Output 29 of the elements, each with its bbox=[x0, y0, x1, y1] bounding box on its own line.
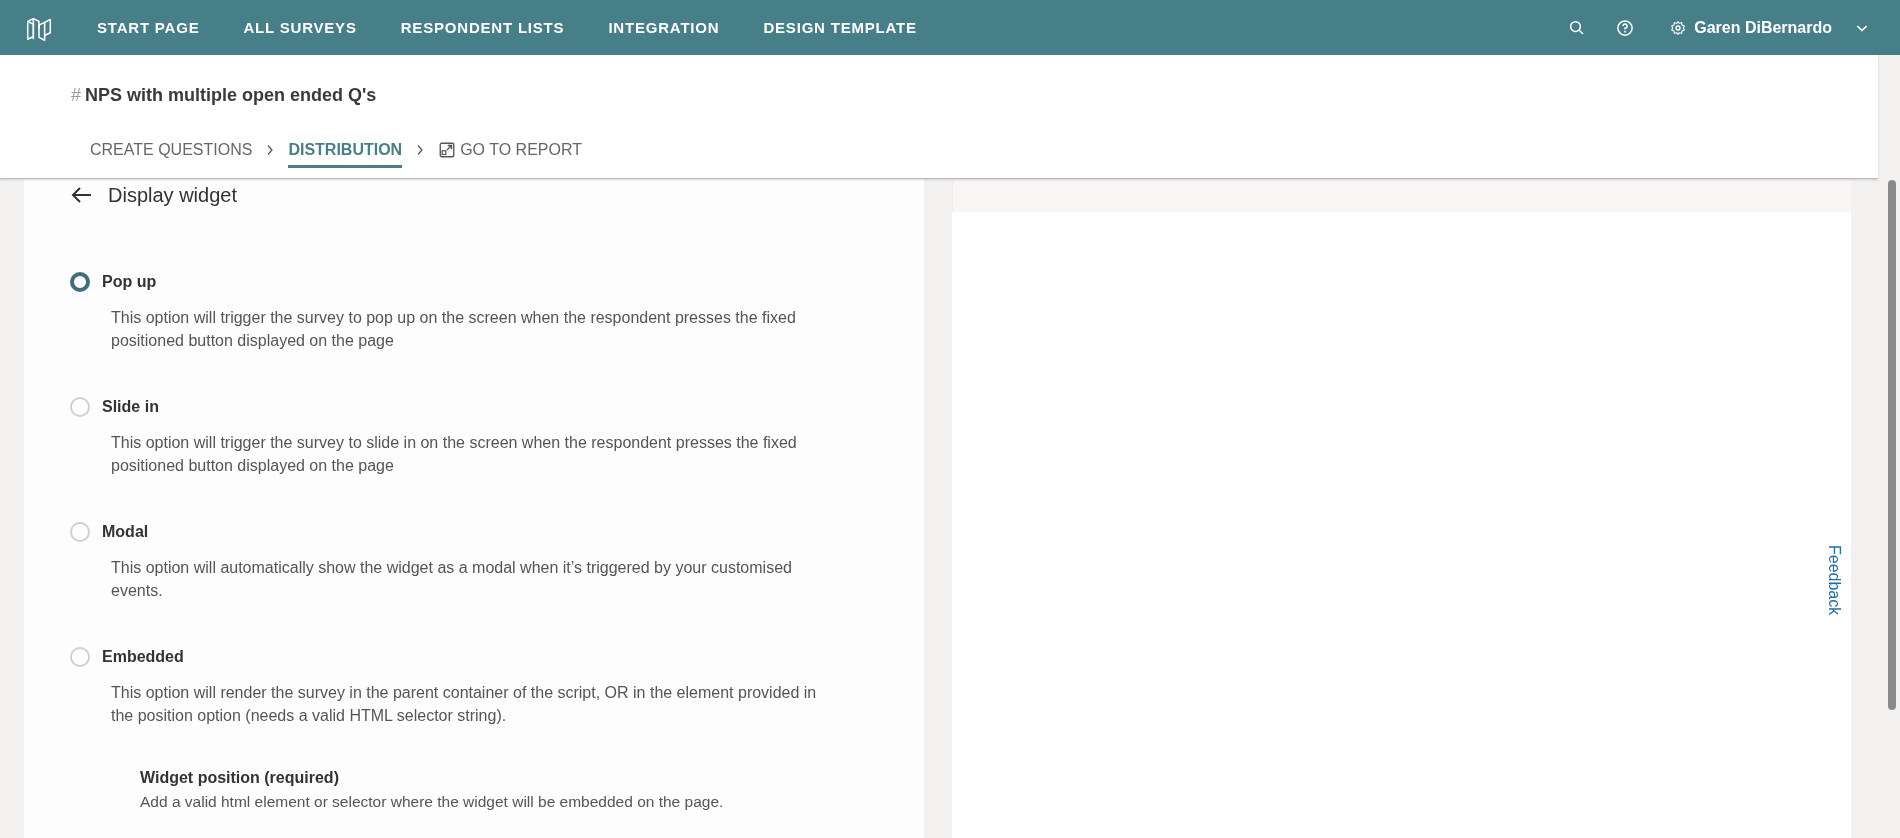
field-label: Widget position (required) bbox=[140, 769, 340, 787]
back-arrow-icon[interactable] bbox=[70, 186, 92, 204]
external-link-icon bbox=[438, 140, 457, 159]
option-label[interactable]: Modal bbox=[102, 523, 149, 541]
option-description: This option will trigger the survey to pop up on the screen when the respondent presses the fixed positioned button displayed on the page bbox=[111, 308, 797, 351]
field-help-text: Add a valid html element or selector where the widget will be embedded on the page. bbox=[140, 793, 725, 811]
option-description: This option will render the survey in the parent container of the script, OR in the element provided in the position option (needs a valid HTML selector string). bbox=[111, 683, 818, 726]
nav-link[interactable]: INTEGRATION bbox=[608, 19, 720, 36]
scrollbar-thumb[interactable] bbox=[1888, 180, 1896, 710]
survey-title: NPS with multiple open ended Q's bbox=[85, 85, 377, 106]
settings-icon[interactable] bbox=[1670, 19, 1687, 36]
option-label[interactable]: Slide in bbox=[102, 398, 159, 416]
panel-title: Display widget bbox=[108, 183, 237, 207]
option-label[interactable]: Pop up bbox=[102, 273, 157, 291]
nav-link[interactable]: DESIGN TEMPLATE bbox=[763, 19, 917, 36]
nav-link[interactable]: ALL SURVEYS bbox=[243, 19, 357, 36]
option-label[interactable]: Embedded bbox=[102, 648, 184, 666]
help-icon[interactable] bbox=[1616, 18, 1635, 37]
step-tab[interactable]: CREATE QUESTIONS bbox=[90, 132, 253, 168]
report-link[interactable]: GO TO REPORT bbox=[438, 132, 582, 168]
option-description: This option will trigger the survey to slide in on the screen when the respondent presses the fixed positioned button displayed on the page bbox=[111, 433, 798, 476]
radio-button[interactable] bbox=[70, 272, 90, 292]
nav-link[interactable]: RESPONDENT LISTS bbox=[400, 19, 565, 36]
feedback-tab[interactable]: Feedback bbox=[1825, 545, 1843, 616]
option-description: This option will automatically show the widget as a modal when it’s triggered by your customised events. bbox=[111, 558, 793, 601]
user-menu[interactable]: Garen DiBernardo bbox=[1664, 17, 1876, 38]
nav-link[interactable]: START PAGE bbox=[97, 19, 200, 36]
hash-mark: # bbox=[71, 85, 81, 106]
step-tab[interactable]: DISTRIBUTION bbox=[288, 132, 403, 168]
